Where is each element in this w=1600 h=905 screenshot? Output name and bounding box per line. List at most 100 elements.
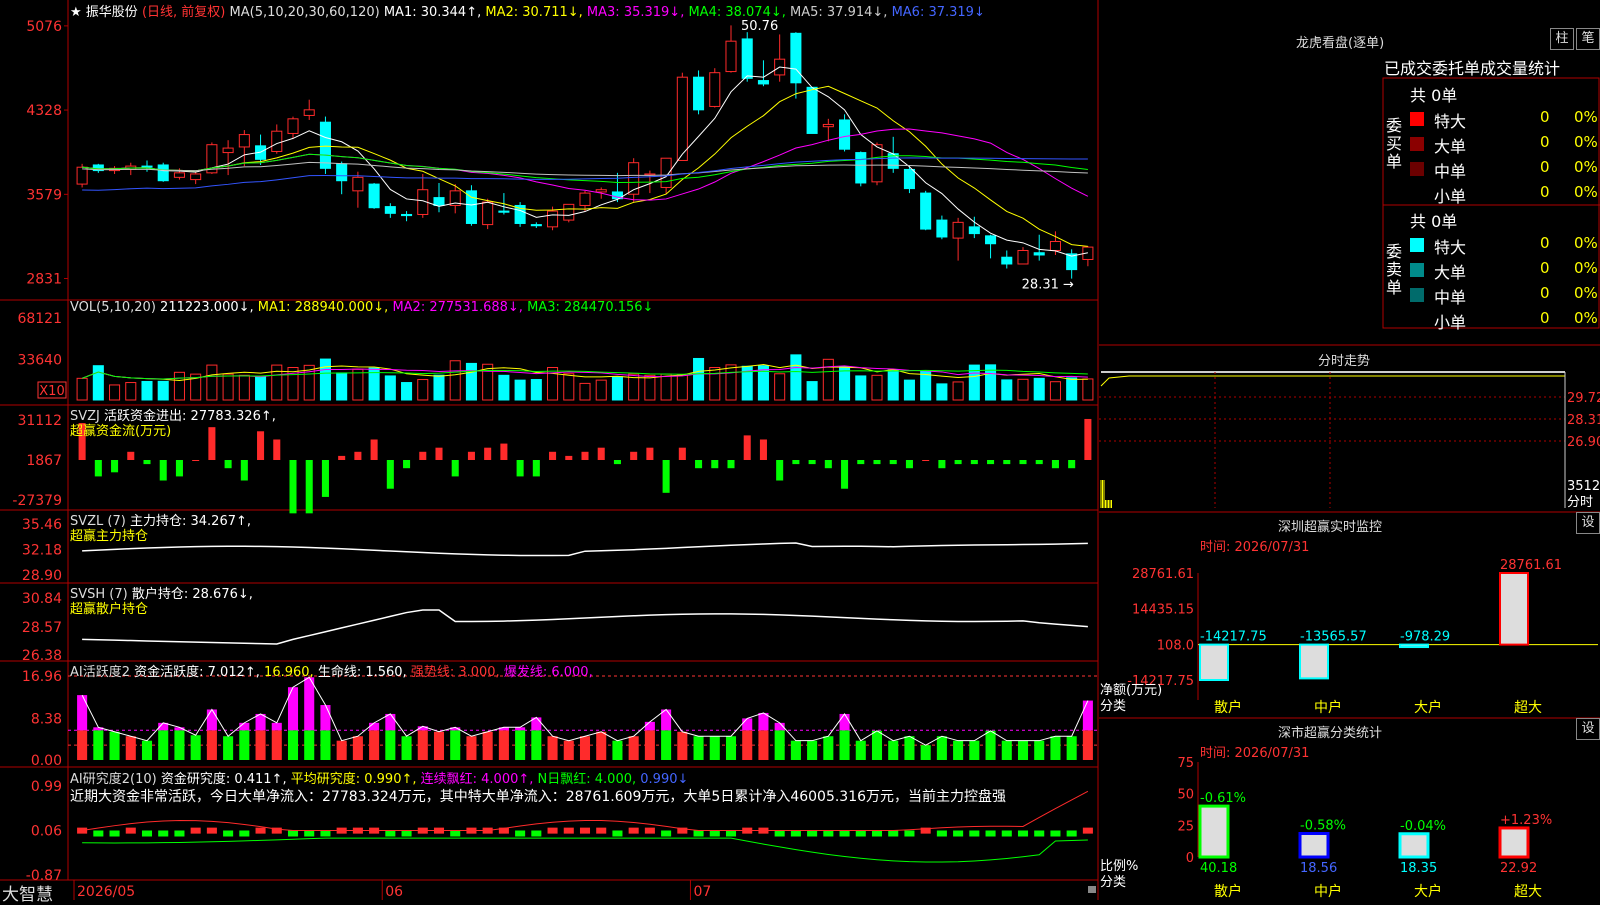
ai3-bar — [141, 830, 153, 837]
tick-view-button[interactable]: 笔 — [1576, 28, 1600, 50]
svzj-bar — [695, 459, 703, 469]
vol-bar — [644, 374, 656, 401]
candle-body — [498, 210, 510, 213]
stats-category: 超大 — [1514, 884, 1542, 900]
ai2-bar — [725, 736, 737, 760]
ai3-bar — [790, 830, 801, 837]
candle-body — [401, 213, 413, 217]
svzj-bar — [1035, 459, 1043, 465]
candle-body — [352, 176, 364, 192]
svzj-bar — [1084, 418, 1092, 460]
lhb-tab[interactable]: 已成交委托单成交量统计 — [1384, 55, 1560, 79]
svzj-bar — [841, 459, 849, 489]
ai3-bar — [888, 830, 899, 837]
ai2-bar-top — [369, 722, 380, 731]
ai3-bar — [239, 830, 250, 837]
svzj-bar — [516, 459, 524, 477]
buy-row-name: 中单 — [1434, 162, 1467, 181]
monitor-category: 中户 — [1314, 699, 1342, 716]
svzj-bar — [727, 459, 735, 469]
svzj-tick: 31112 — [17, 413, 62, 429]
stats-settings-button[interactable]: 设 — [1576, 718, 1600, 740]
vol-bar — [417, 379, 429, 401]
candle-body — [595, 189, 607, 193]
buy-row-count: 0 — [1540, 183, 1550, 201]
candle-body — [271, 130, 283, 152]
vol-bar — [125, 382, 137, 401]
monitor-settings-button[interactable]: 设 — [1576, 512, 1600, 534]
stats-tick: 50 — [1177, 788, 1194, 803]
svzj-bar — [889, 459, 897, 465]
vol-bar — [514, 379, 526, 401]
candle-body — [238, 134, 250, 148]
svzj-bar — [273, 439, 281, 460]
vol-bar — [1082, 378, 1094, 401]
ai2-bar — [920, 745, 931, 760]
sell-swatch — [1410, 288, 1424, 302]
buy-row-pct: 0% — [1574, 158, 1598, 176]
ai3-bar — [563, 827, 574, 834]
ai2-bar — [141, 740, 153, 760]
ai2-bar-top — [304, 677, 315, 731]
ai3-bar — [125, 827, 136, 834]
svsh-value: 散户持仓: 28.676↓, — [131, 587, 253, 602]
candle-body — [1017, 249, 1029, 265]
buy-swatch — [1410, 137, 1424, 151]
buy-row-name: 小单 — [1434, 187, 1467, 206]
svzj-bar — [1051, 459, 1059, 469]
ai2-bar — [369, 730, 380, 760]
monitor-bar — [1499, 572, 1529, 646]
ma-label: MA(5,10,20,30,60,120) — [229, 5, 380, 20]
ai2-bar — [223, 736, 234, 760]
buy-row-pct: 0% — [1574, 133, 1598, 151]
candle-body — [563, 203, 575, 221]
vol-bar — [936, 383, 948, 401]
stats-bar — [1198, 804, 1230, 859]
candle-body — [757, 80, 769, 85]
vol-value: 211223.000↓, — [160, 300, 254, 315]
ai3-bar — [1034, 830, 1045, 837]
candle-body — [676, 76, 688, 161]
candle-body — [433, 197, 445, 206]
vol-bar — [352, 368, 364, 401]
x-tick-label: 06 — [385, 884, 403, 900]
sell-total: 共 0单 — [1410, 212, 1458, 231]
svzl-tick: 35.46 — [22, 517, 62, 533]
ai2-bar — [644, 730, 655, 760]
monitor-bar — [1299, 643, 1329, 680]
ai3-e: 0.990↓ — [640, 772, 689, 787]
monitor-category: 超大 — [1514, 700, 1542, 716]
lhb-title: 龙虎看盘(逐单) — [1296, 36, 1385, 51]
vol-tick: 68121 — [17, 311, 62, 327]
ai2-bar — [547, 736, 558, 760]
ai3-green-line — [82, 837, 1088, 863]
svzj-bar — [549, 451, 557, 460]
ai2-header: AI活跃度2 资金活跃度: 7.012↑, 16.960, 生命线: 1.560… — [70, 661, 593, 680]
ai2-bar — [271, 730, 282, 760]
ai3-bar — [953, 830, 964, 837]
candle-body — [1033, 252, 1045, 256]
buy-row-count: 0 — [1540, 158, 1550, 176]
stock-chart-canvas[interactable]: 5076 4328 3579 2831 50.76 28.31 → 68121 33640 X1… — [0, 0, 1600, 900]
ai2-bar — [985, 730, 996, 760]
ai2-bar-top — [644, 721, 655, 731]
candle-body — [287, 118, 299, 134]
svzj-tick: -27379 — [12, 493, 62, 509]
svzj-bar — [305, 459, 313, 514]
ai3-bar — [1050, 830, 1061, 837]
ai3-bar — [709, 830, 720, 837]
ai2-bar — [1050, 736, 1061, 760]
ai2-bar — [1066, 736, 1077, 760]
star-icon[interactable]: ★ — [70, 5, 82, 20]
bar-view-button[interactable]: 柱 — [1550, 28, 1574, 50]
sell-row-count: 0 — [1540, 309, 1550, 327]
ai2-bar — [433, 731, 445, 760]
fenshi-unit: 分时 — [1567, 495, 1593, 510]
main-header: ★ 振华股份 (日线, 前复权) MA(5,10,20,30,60,120) M… — [70, 1, 985, 20]
vol-bar — [1066, 377, 1078, 401]
svzj-bar — [922, 459, 930, 461]
svzj-bar — [808, 459, 816, 465]
ai2-bar-top — [1082, 700, 1093, 731]
ai3-bar — [725, 830, 737, 837]
ai3-bar — [109, 830, 120, 837]
